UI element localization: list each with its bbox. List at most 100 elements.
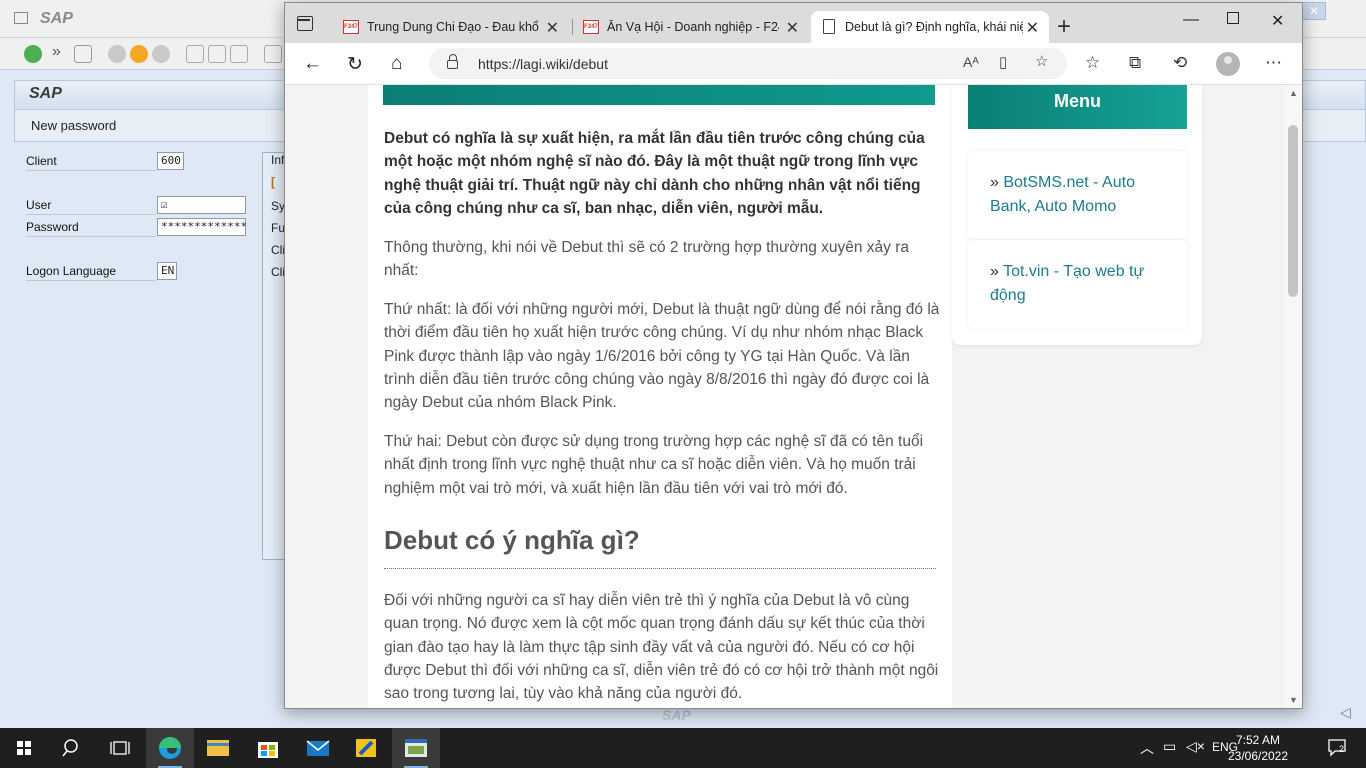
store-icon	[258, 742, 278, 758]
sap-title-logo: SAP	[40, 10, 73, 27]
menu-link-prefix: »	[990, 263, 1004, 280]
password-field[interactable]: *************	[157, 218, 247, 236]
tab-debut[interactable]: Debut là gì? Định nghĩa, khái niệ ✕	[811, 11, 1049, 43]
start-button[interactable]	[0, 728, 48, 768]
password-label: Password	[26, 220, 156, 237]
exit-icon[interactable]	[130, 45, 148, 63]
volume-muted-icon[interactable]: ◁×	[1186, 738, 1205, 755]
menu-title: Menu	[968, 85, 1187, 129]
scrollbar[interactable]: ▲ ▼	[1285, 85, 1302, 708]
f247-favicon-icon: F247	[343, 20, 359, 34]
info-tab[interactable]: Inf	[271, 153, 284, 167]
url-field[interactable]: https://lagi.wiki/debut Aᴬ ▯ ☆	[429, 48, 1067, 79]
tab-actions-icon[interactable]	[297, 16, 313, 31]
sap-bottom-logo: SAP	[662, 707, 691, 723]
scroll-down-icon[interactable]: ▼	[1289, 695, 1298, 705]
logon-language-field[interactable]: EN	[157, 262, 177, 280]
close-window-button[interactable]: ✕	[1271, 11, 1284, 31]
windows-icon	[17, 741, 31, 755]
first-page-icon[interactable]	[264, 45, 282, 63]
show-hidden-icons[interactable]: ︿	[1140, 738, 1154, 758]
minimize-button[interactable]: —	[1183, 11, 1199, 29]
sap-header-title: SAP	[29, 85, 62, 102]
menu-link-card: » Tot.vin - Tạo web tự động	[968, 240, 1187, 328]
network-icon[interactable]: ▭	[1163, 738, 1176, 755]
user-field[interactable]: ☑	[157, 196, 246, 214]
clock-date: 23/06/2022	[1227, 749, 1289, 763]
taskbar-file-explorer[interactable]	[194, 728, 242, 768]
new-password-button[interactable]: New password	[31, 118, 116, 133]
tab-title: Trung Dung Chi Đạo - Đau khổ v	[367, 20, 539, 34]
search-icon	[62, 739, 78, 757]
favorites-icon[interactable]: ☆	[1085, 53, 1100, 73]
scroll-up-icon[interactable]: ▲	[1289, 88, 1298, 98]
more-options-icon[interactable]: ⋯	[1265, 53, 1282, 73]
refresh-icon[interactable]: ↻	[347, 53, 363, 76]
cancel-icon[interactable]	[152, 45, 170, 63]
article-intro: Debut có nghĩa là sự xuất hiện, ra mắt l…	[384, 130, 925, 217]
info-line: Sy	[271, 199, 286, 213]
collections-icon[interactable]: ⧉	[1129, 53, 1141, 73]
close-tab-icon[interactable]: ✕	[1026, 18, 1039, 38]
taskbar-edge[interactable]	[146, 728, 194, 768]
immersive-reader-icon[interactable]: ▯	[999, 53, 1007, 71]
info-line: [	[271, 175, 275, 189]
history-icon[interactable]: ⟲	[1173, 53, 1187, 73]
back-arrow-icon[interactable]: ←	[303, 53, 322, 75]
home-icon[interactable]: ⌂	[391, 53, 402, 75]
scroll-thumb[interactable]	[1288, 125, 1298, 297]
tab-title: Ăn Vạ Hội - Doanh nghiệp - F24	[607, 20, 779, 34]
tab-title: Debut là gì? Định nghĩa, khái niệ	[845, 20, 1023, 34]
save-icon[interactable]	[74, 45, 92, 63]
back-icon[interactable]	[108, 45, 126, 63]
article-content: Debut có nghĩa là sự xuất hiện, ra mắt l…	[368, 85, 952, 708]
task-view-icon	[110, 741, 130, 755]
article-paragraph: Thứ nhất: là đối với những người mới, De…	[384, 301, 940, 412]
read-aloud-icon[interactable]: Aᴬ	[963, 54, 979, 70]
search-button[interactable]	[48, 728, 96, 768]
chevron-right-icon[interactable]: »	[52, 43, 70, 61]
page-favicon-icon	[823, 19, 835, 34]
client-label: Client	[26, 154, 156, 171]
taskbar-sap-gui[interactable]	[392, 728, 440, 768]
tab-an-va-hoi[interactable]: F247 Ăn Vạ Hội - Doanh nghiệp - F24 ✕	[573, 11, 809, 43]
menu-link-botsms[interactable]: BotSMS.net - Auto Bank, Auto Momo	[990, 174, 1135, 215]
profile-avatar[interactable]	[1216, 52, 1240, 76]
close-icon[interactable]: ✕	[1302, 2, 1326, 20]
new-tab-button[interactable]: +	[1057, 13, 1071, 41]
info-line: Cli	[271, 243, 285, 257]
window-menu-icon[interactable]	[14, 12, 28, 24]
mail-icon	[306, 740, 330, 756]
find-next-icon[interactable]	[230, 45, 248, 63]
add-favorite-icon[interactable]: ☆	[1035, 52, 1048, 70]
sidebar: Menu » BotSMS.net - Auto Bank, Auto Momo…	[952, 85, 1202, 345]
collapse-arrow-icon[interactable]: ◁	[1340, 704, 1351, 721]
enter-icon[interactable]	[24, 45, 42, 63]
tab-trung-dung[interactable]: F247 Trung Dung Chi Đạo - Đau khổ v ✕	[333, 11, 569, 43]
client-field[interactable]: 600	[157, 152, 184, 170]
close-tab-icon[interactable]: ✕	[546, 18, 559, 38]
info-line: Fu	[271, 221, 286, 235]
clock[interactable]: 7:52 AM 23/06/2022	[1218, 732, 1298, 764]
menu-link-totvin[interactable]: Tot.vin - Tạo web tự động	[990, 263, 1144, 304]
print-icon[interactable]	[186, 45, 204, 63]
taskbar: ︿ ▭ ◁× ENG 7:52 AM 23/06/2022 2	[0, 728, 1366, 768]
section-heading: Debut có ý nghĩa gì?	[384, 525, 936, 569]
sap-gui-icon	[405, 739, 427, 757]
user-label: User	[26, 198, 156, 215]
maximize-button[interactable]	[1227, 12, 1239, 24]
taskbar-sap-logon[interactable]	[342, 728, 390, 768]
folder-icon	[207, 740, 229, 756]
logon-language-label: Logon Language	[26, 264, 156, 281]
task-view-button[interactable]	[96, 728, 144, 768]
notification-badge: 2	[1339, 744, 1345, 754]
close-tab-icon[interactable]: ✕	[786, 18, 799, 38]
edge-icon	[159, 737, 181, 759]
lock-icon[interactable]	[447, 54, 458, 69]
taskbar-store[interactable]	[244, 728, 292, 768]
find-icon[interactable]	[208, 45, 226, 63]
info-line: Cli	[271, 265, 285, 279]
notification-center-icon[interactable]: 2	[1326, 736, 1348, 761]
browser-window: F247 Trung Dung Chi Đạo - Đau khổ v ✕ F2…	[284, 2, 1303, 709]
taskbar-mail[interactable]	[294, 728, 342, 768]
